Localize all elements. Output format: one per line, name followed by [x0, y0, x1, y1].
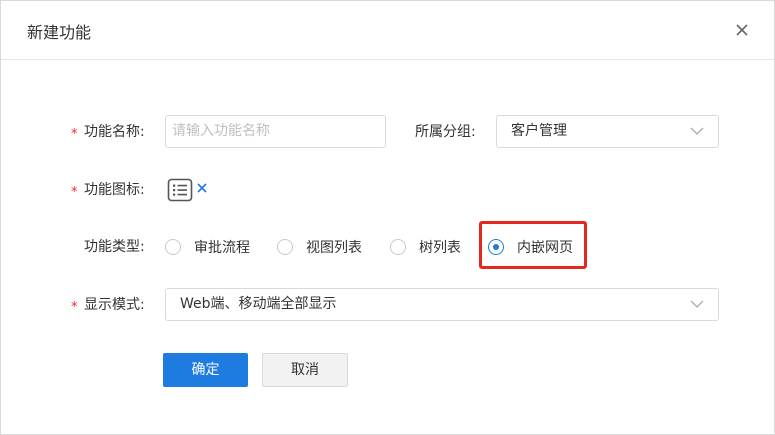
clear-icon[interactable] [195, 181, 209, 195]
highlight-box [479, 221, 587, 269]
chevron-down-icon [690, 127, 704, 135]
group-select[interactable]: 客户管理 [496, 115, 719, 148]
display-mode-value: Web端、移动端全部显示 [180, 296, 337, 312]
list-icon[interactable] [167, 178, 193, 202]
display-mode-label: 显示模式: [84, 297, 145, 313]
confirm-button[interactable]: 确定 [163, 353, 248, 387]
required-mark: * [71, 185, 78, 200]
radio-label: 视图列表 [306, 240, 362, 256]
dialog-title: 新建功能 [27, 23, 92, 42]
radio-label: 树列表 [419, 240, 461, 256]
required-mark: * [71, 300, 78, 315]
radio-view-list[interactable]: 视图列表 [277, 237, 362, 257]
required-mark: * [71, 127, 78, 142]
function-type-label: 功能类型: [84, 239, 145, 255]
group-label: 所属分组: [415, 124, 476, 140]
radio-label: 审批流程 [194, 240, 250, 256]
group-select-value: 客户管理 [511, 123, 567, 139]
radio-circle [390, 239, 406, 255]
function-icon-label: 功能图标: [84, 182, 145, 198]
new-function-dialog: 新建功能 * 功能名称: 请输入功能名称 所属分组: 客户管理 * 功能图标: … [0, 0, 775, 435]
close-icon[interactable] [731, 19, 753, 41]
radio-circle [165, 239, 181, 255]
function-name-input[interactable]: 请输入功能名称 [165, 115, 386, 148]
radio-circle [277, 239, 293, 255]
chevron-down-icon [690, 300, 704, 308]
function-name-placeholder: 请输入功能名称 [172, 123, 270, 139]
cancel-button[interactable]: 取消 [262, 353, 348, 387]
radio-tree-list[interactable]: 树列表 [390, 237, 461, 257]
function-name-label: 功能名称: [84, 124, 145, 140]
dialog-header: 新建功能 [1, 1, 774, 60]
display-mode-select[interactable]: Web端、移动端全部显示 [165, 288, 719, 321]
radio-approval-flow[interactable]: 审批流程 [165, 237, 250, 257]
